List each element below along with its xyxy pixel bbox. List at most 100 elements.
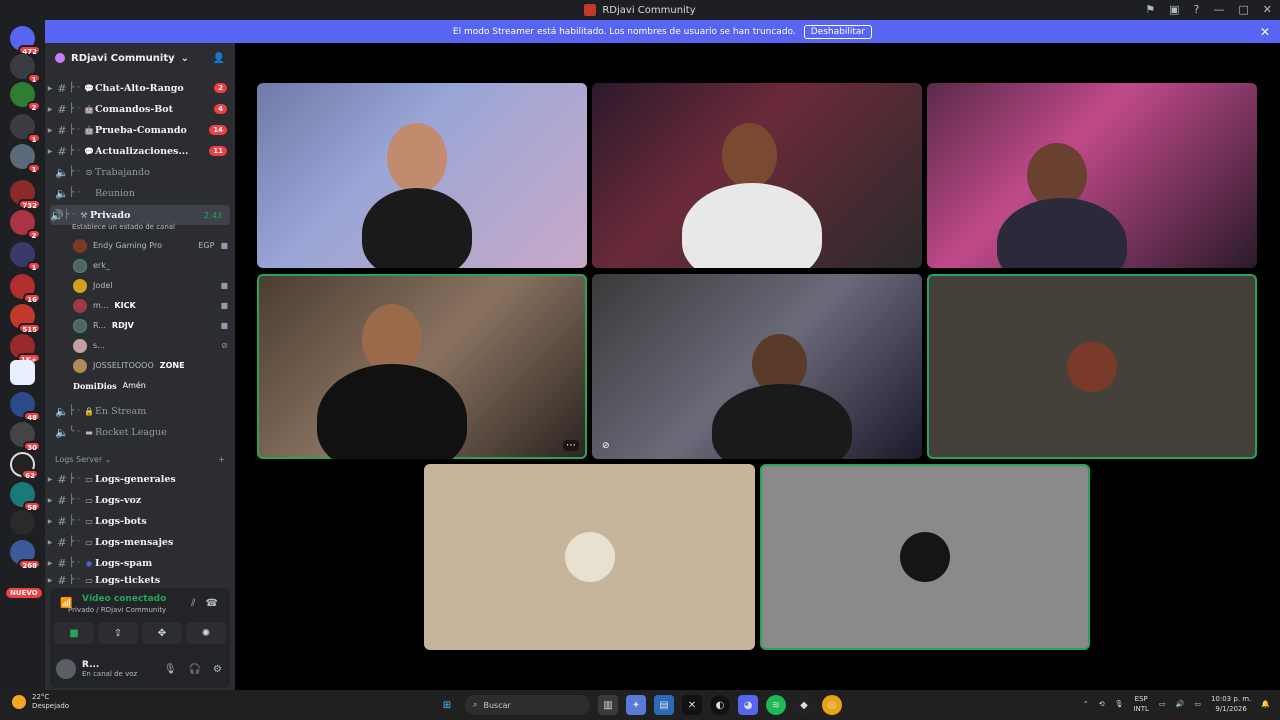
channel-item[interactable]: ▶ # ├ · ▭ Logs-generales <box>45 469 235 489</box>
video-tile[interactable] <box>257 83 587 268</box>
app-icon[interactable]: ◐ <box>710 695 730 715</box>
more-options-icon[interactable]: ⋯ <box>563 440 579 451</box>
channel-item[interactable]: ▶ # ├ · 🤖 Comandos-Bot 4 <box>45 99 235 119</box>
microphone-icon[interactable]: 🎙 <box>1115 700 1124 708</box>
soundboard-button[interactable]: ✺ <box>186 622 226 644</box>
voice-channel-item[interactable]: 🔈 ├ · Reunion <box>45 183 235 203</box>
store-icon[interactable]: ▤ <box>654 695 674 715</box>
spotify-icon[interactable]: ≋ <box>766 695 786 715</box>
close-window-button[interactable]: ✕ <box>1263 3 1272 16</box>
add-member-icon[interactable]: 👤 <box>213 53 225 64</box>
server-icon[interactable]: 2 <box>10 82 41 112</box>
screen-share-button[interactable]: ⇪ <box>98 622 138 644</box>
server-icon[interactable]: 62 <box>10 452 39 480</box>
avatar[interactable] <box>56 659 76 679</box>
server-icon[interactable]: 515 <box>10 304 41 334</box>
voice-member[interactable]: Jodel ■ <box>73 276 228 295</box>
voice-member[interactable]: R... RDJV ■ <box>73 316 228 335</box>
notifications-icon[interactable]: 🔔 <box>1261 700 1270 708</box>
language-indicator[interactable]: ESP INTL <box>1133 694 1148 714</box>
category-logs-server[interactable]: Logs Server ⌄ + <box>55 455 225 464</box>
channel-item[interactable]: ▶ # ├ · ▭ Logs-voz <box>45 490 235 510</box>
server-header[interactable]: RDjavi Community ⌄ 👤 <box>45 43 235 73</box>
copilot-icon[interactable]: ✦ <box>626 695 646 715</box>
server-icon[interactable]: 1 <box>10 114 41 144</box>
activities-button[interactable]: ✥ <box>142 622 182 644</box>
inbox-flag-icon[interactable]: ⚑ <box>1145 3 1155 16</box>
server-icon[interactable]: 1 <box>10 242 41 272</box>
video-tile[interactable] <box>592 83 922 268</box>
video-tile[interactable]: ⋯ <box>257 274 587 459</box>
maximize-button[interactable]: □ <box>1238 3 1248 16</box>
voice-member[interactable]: m... KICK ■ <box>73 296 228 315</box>
server-icon[interactable]: 48 <box>10 392 41 422</box>
close-banner-icon[interactable]: ✕ <box>1260 25 1270 39</box>
video-tile[interactable]: ⊘ <box>592 274 922 459</box>
add-channel-icon[interactable]: + <box>218 455 225 464</box>
channel-emoji-icon: 🤖 <box>84 125 94 135</box>
discord-icon[interactable]: ◕ <box>738 695 758 715</box>
server-icon[interactable]: 1K+ <box>10 334 41 364</box>
search-box[interactable]: ⌕ Buscar <box>465 695 590 715</box>
camera-button[interactable]: ■ <box>54 622 94 644</box>
server-icon[interactable]: 58 <box>10 482 41 512</box>
window-controls: ⚑ ▣ ? — □ ✕ <box>1145 3 1272 16</box>
channel-item[interactable]: ▶ # ├ · 💬 Actualizaciones... 11 <box>45 141 235 161</box>
channel-item[interactable]: ▶ # ├ · 🤖 Prueba-Comando 14 <box>45 120 235 140</box>
server-icon[interactable] <box>10 360 35 385</box>
noise-suppression-icon[interactable]: ⫽ <box>191 598 195 609</box>
battery-icon[interactable]: ▭ <box>1194 700 1201 708</box>
task-view-icon[interactable]: ▥ <box>598 695 618 715</box>
server-icon[interactable]: 732 <box>10 180 41 210</box>
user-name[interactable]: R... <box>82 660 137 670</box>
channel-item[interactable]: ▶ # ├ · 💬 Chat-Alto-Rango 2 <box>45 78 235 98</box>
video-tile[interactable] <box>760 464 1090 650</box>
microphone-icon[interactable]: 🎙 <box>164 664 177 675</box>
weather-widget[interactable]: 22°C Despejado <box>12 693 69 711</box>
disconnect-icon[interactable]: ☎ <box>206 598 218 609</box>
voice-member[interactable]: Endy Gaming Pro EGP ■ <box>73 236 228 255</box>
app-icon[interactable]: ◆ <box>794 695 814 715</box>
channel-item[interactable]: ▶ # ├ · ▭ Logs-tickets <box>45 574 235 586</box>
video-tile[interactable] <box>927 274 1257 459</box>
voice-member[interactable]: s... ⊘ <box>73 336 228 355</box>
screen-icon[interactable]: ▣ <box>1169 3 1179 16</box>
headphones-icon[interactable]: 🎧 <box>189 664 201 675</box>
server-icon[interactable]: 268 <box>10 540 41 570</box>
minimize-button[interactable]: — <box>1213 3 1224 16</box>
channel-item[interactable]: ▶ # ├ · ▭ Logs-mensajes <box>45 532 235 552</box>
server-icon[interactable] <box>10 510 35 535</box>
voice-channel-item[interactable]: 🔈 ├ · 🔒 En Stream <box>45 401 235 421</box>
server-icon[interactable]: 1 <box>10 54 41 84</box>
disable-streamer-button[interactable]: Deshabilitar <box>803 24 873 39</box>
chevron-up-icon[interactable]: ⌃ <box>1083 700 1089 708</box>
voice-channel-item[interactable]: 🔈 ╰ · ▬ Rocket League <box>45 422 235 442</box>
capcut-icon[interactable]: ✕ <box>682 695 702 715</box>
server-icon[interactable]: 2 <box>10 210 41 240</box>
clock[interactable]: 10:03 p. m. 9/1/2026 <box>1211 694 1251 714</box>
video-tile[interactable] <box>424 464 755 650</box>
server-icon[interactable]: 1 <box>10 144 41 174</box>
voice-channel-active[interactable]: 🔊 ├ · ⚒ Privado 2:43 <box>50 205 230 225</box>
volume-icon[interactable]: 🔊 <box>1176 700 1185 708</box>
video-tile[interactable] <box>927 83 1257 268</box>
chrome-icon[interactable]: ◎ <box>822 695 842 715</box>
server-icon[interactable]: 16 <box>10 274 41 304</box>
settings-gear-icon[interactable]: ⚙ <box>213 664 222 675</box>
wifi-icon[interactable]: ▭ <box>1159 700 1166 708</box>
channel-item[interactable]: ▶ # ├ · ▭ Logs-bots <box>45 511 235 531</box>
channel-item[interactable]: ▶ # ├ · ◉ Logs-spam <box>45 553 235 573</box>
server-icon[interactable]: 30 <box>10 422 41 452</box>
voice-location[interactable]: Privado / RDjavi Community <box>68 606 166 614</box>
voice-channel-item[interactable]: 🔈 ├ · ⊙ Trabajando <box>45 162 235 182</box>
help-icon[interactable]: ? <box>1194 3 1200 16</box>
participant-video <box>362 188 472 268</box>
voice-member[interactable]: erk_ <box>73 256 228 275</box>
voice-member[interactable]: DomiDios Amén <box>73 376 228 395</box>
sync-icon[interactable]: ⟲ <box>1099 700 1105 708</box>
start-button-icon[interactable]: ⊞ <box>437 695 457 715</box>
direct-messages-icon[interactable]: 472 <box>10 26 41 56</box>
set-channel-status[interactable]: Establece un estado de canal <box>72 223 175 231</box>
voice-member[interactable]: JOSSELITOOOO ZONE <box>73 356 228 375</box>
voice-status[interactable]: Vídeo conectado <box>82 594 166 604</box>
